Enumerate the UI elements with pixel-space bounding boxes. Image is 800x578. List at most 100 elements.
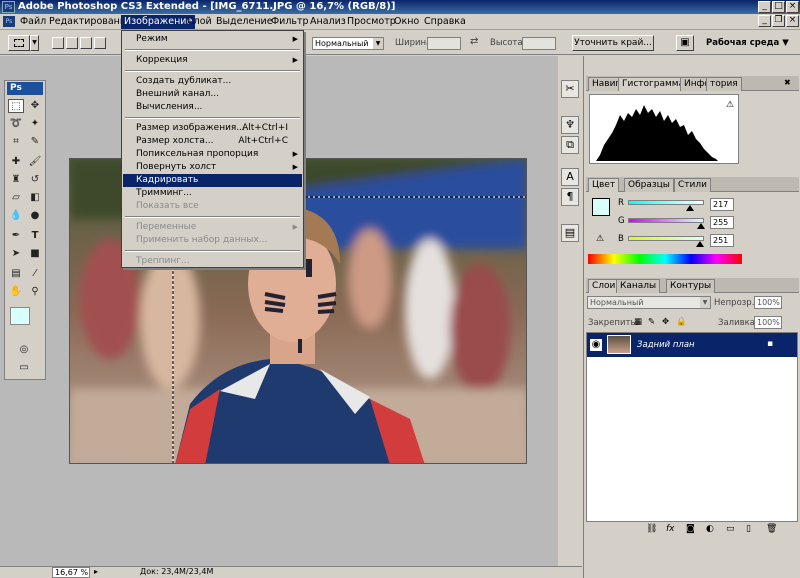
shape-tool-icon[interactable]: ■ [27, 247, 43, 261]
adjustment-layer-icon[interactable]: ◐ [706, 524, 714, 534]
menu-window[interactable]: Окно [391, 15, 422, 29]
close-button[interactable]: × [786, 1, 799, 13]
marquee-preset-picker[interactable] [8, 35, 30, 51]
path-select-icon[interactable]: ➤ [8, 247, 24, 261]
layer-comps-icon[interactable]: ▤ [561, 224, 579, 242]
pen-tool-icon[interactable]: ✒ [8, 229, 24, 243]
image-menu-item[interactable]: Тримминг... [123, 187, 302, 200]
status-menu-icon[interactable]: ▸ [94, 567, 98, 576]
lock-position-icon[interactable]: ✥ [662, 317, 669, 327]
type-tool-icon[interactable]: T [27, 229, 43, 243]
channel-slider[interactable] [628, 218, 705, 229]
image-menu-item[interactable]: Коррекция ▶ [123, 54, 302, 67]
blend-mode-select[interactable]: Нормальный ▼ [587, 296, 711, 309]
channel-value-field[interactable]: 251 [710, 234, 734, 247]
marquee-tool-icon[interactable]: ⬚ [8, 99, 24, 113]
lock-pixels-icon[interactable]: ✎ [648, 317, 655, 327]
chevron-down-icon[interactable]: ▼ [30, 35, 39, 51]
clone-stamp-icon[interactable]: ♜ [8, 173, 24, 187]
foreground-color-swatch[interactable] [10, 307, 30, 325]
tab-channels[interactable]: Каналы [616, 279, 661, 293]
new-layer-icon[interactable]: ▯ [746, 524, 751, 534]
slice-tool-icon[interactable]: ✎ [27, 135, 43, 149]
move-tool-icon[interactable]: ✥ [27, 99, 43, 113]
delete-layer-icon[interactable]: 🗑 [766, 524, 777, 534]
blur-tool-icon[interactable]: 💧 [8, 209, 24, 223]
layer-style-icon[interactable]: fx [666, 524, 675, 534]
hand-tool-icon[interactable]: ✋ [8, 285, 24, 299]
eraser-tool-icon[interactable]: ▱ [8, 191, 24, 205]
channel-value-field[interactable]: 217 [710, 198, 734, 211]
height-field[interactable] [522, 37, 556, 50]
history-brush-icon[interactable]: ↺ [27, 173, 43, 187]
notes-tool-icon[interactable]: ▤ [8, 267, 24, 281]
menu-analysis[interactable]: Анализ [307, 15, 349, 29]
eye-icon[interactable]: ◉ [590, 339, 602, 351]
swap-icon[interactable]: ⇄ [470, 36, 478, 47]
channel-slider[interactable] [628, 236, 704, 247]
link-layers-icon[interactable]: ⛓ [646, 524, 657, 534]
doc-minimize-button[interactable]: _ [758, 15, 771, 27]
tool-presets-icon[interactable]: ✂ [561, 80, 579, 98]
menu-layer[interactable]: Слой [184, 15, 215, 29]
tab-paths[interactable]: Контуры [666, 279, 716, 293]
brushes-icon[interactable]: ♆ [561, 116, 579, 134]
image-menu-item[interactable]: Режим ▶ [123, 33, 302, 46]
tab-histogram[interactable]: Гистограмма [618, 77, 689, 91]
lasso-tool-icon[interactable]: ➰ [8, 117, 24, 131]
clone-source-icon[interactable]: ⧉ [561, 136, 579, 154]
quick-mask-icon[interactable]: ◎ [16, 343, 32, 357]
add-mask-icon[interactable]: ◙ [686, 524, 695, 534]
slider-thumb[interactable] [695, 241, 704, 247]
width-field[interactable] [427, 37, 461, 50]
opacity-field[interactable]: 100% [754, 296, 782, 309]
doc-close-button[interactable]: × [786, 15, 799, 27]
intersect-selection-icon[interactable] [94, 37, 106, 49]
photoshop-app-icon[interactable]: Ps [2, 1, 15, 13]
tab-swatches[interactable]: Образцы [624, 178, 674, 192]
menu-select[interactable]: Выделение [213, 15, 276, 29]
dodge-tool-icon[interactable]: ● [27, 209, 43, 223]
magic-wand-icon[interactable]: ✦ [27, 117, 43, 131]
menu-filter[interactable]: Фильтр [268, 15, 312, 29]
zoom-tool-icon[interactable]: ⚲ [27, 285, 43, 299]
tab-color[interactable]: Цвет [588, 178, 620, 192]
fill-field[interactable]: 100% [754, 316, 782, 329]
brush-tool-icon[interactable]: 🖌 [27, 155, 43, 169]
minimize-button[interactable]: _ [758, 1, 771, 13]
style-select[interactable]: Нормальный ▼ [312, 37, 384, 50]
tab-layers[interactable]: Слои [588, 279, 620, 293]
tab-styles[interactable]: Стили [674, 178, 711, 192]
slider-thumb[interactable] [697, 223, 705, 229]
add-selection-icon[interactable] [66, 37, 78, 49]
subtract-selection-icon[interactable] [80, 37, 92, 49]
paragraph-icon[interactable]: ¶ [561, 188, 579, 206]
new-selection-icon[interactable] [52, 37, 64, 49]
crop-tool-icon[interactable]: ⌗ [8, 135, 24, 149]
slider-thumb[interactable] [686, 205, 695, 211]
screen-mode-icon[interactable]: ▭ [16, 361, 32, 375]
image-menu-item[interactable]: Кадрировать [123, 174, 302, 187]
color-fg-swatch[interactable] [592, 198, 610, 216]
tab-history[interactable]: тория [706, 77, 742, 91]
new-group-icon[interactable]: ▭ [726, 524, 735, 534]
menu-file[interactable]: Файл [17, 15, 49, 29]
image-menu-item[interactable]: Внешний канал... [123, 88, 302, 101]
image-menu-item[interactable]: Размер холста... Alt+Ctrl+C [123, 135, 302, 148]
zoom-field[interactable]: 16,67 % [52, 567, 90, 578]
color-ramp[interactable] [588, 254, 742, 264]
lock-all-icon[interactable]: 🔒 [676, 317, 687, 327]
eyedropper-icon[interactable]: ⁄ [27, 267, 43, 281]
character-icon[interactable]: A [561, 168, 579, 186]
doc-restore-button[interactable]: ❐ [772, 15, 785, 27]
image-menu-item[interactable]: Повернуть холст ▶ [123, 161, 302, 174]
lock-transparency-icon[interactable]: ▦ [634, 317, 642, 327]
image-menu-item[interactable]: Вычисления... [123, 101, 302, 114]
image-menu-item[interactable]: Создать дубликат... [123, 75, 302, 88]
refine-edge-button[interactable]: Уточнить край... [572, 35, 654, 51]
channel-slider[interactable] [628, 200, 704, 211]
doc-icon[interactable]: Ps [3, 16, 15, 27]
gradient-tool-icon[interactable]: ◧ [27, 191, 43, 205]
gamut-warning-icon[interactable]: ⚠ [596, 234, 604, 244]
layer-row[interactable]: ◉ Задний план ▪ [587, 333, 797, 357]
